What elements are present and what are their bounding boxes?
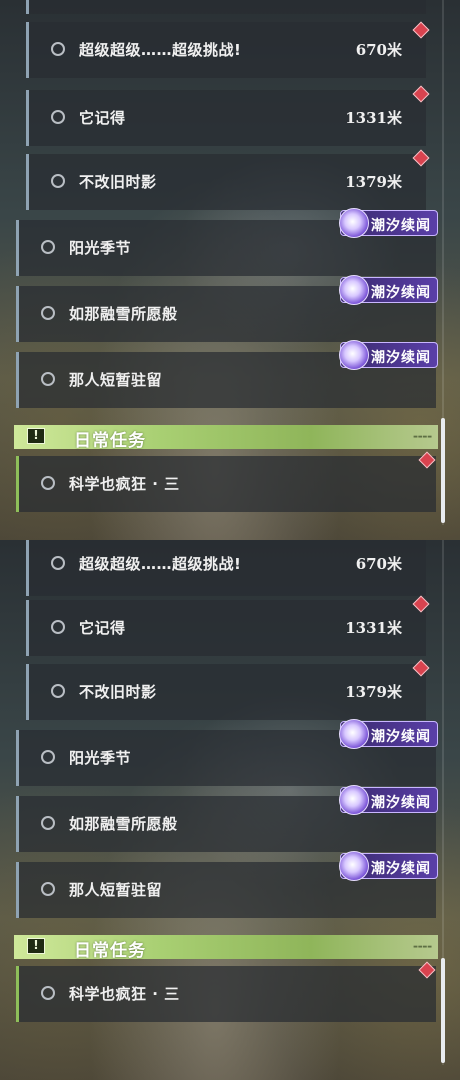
badge-label: 潮汐续闻: [371, 218, 431, 234]
quest-title: 如那融雪所愿般: [69, 305, 178, 323]
quest-distance: 1379米: [345, 173, 402, 191]
quest-title: 如那融雪所愿般: [69, 815, 178, 833]
quest-title: 超级超级……超级挑战!: [79, 41, 242, 59]
badge-label: 潮汐续闻: [371, 285, 431, 301]
quest-title: 科学也疯狂 · 三: [69, 475, 180, 493]
circle-outline-icon: [41, 476, 55, 490]
exclamation-box-icon: !: [27, 938, 45, 954]
tidal-story-badge: 潮汐续闻: [339, 719, 438, 749]
circle-outline-icon: [51, 110, 65, 124]
badge-label: 潮汐续闻: [371, 861, 431, 877]
daily-quests-header[interactable]: ! 日常任务 ▬▬▬▬: [14, 425, 438, 451]
quest-accent-bar: [16, 456, 19, 512]
daily-quest-item[interactable]: 科学也疯狂 · 三: [16, 966, 436, 1022]
circle-outline-icon: [41, 306, 55, 320]
daily-quests-header[interactable]: ! 日常任务 ▬▬▬▬: [14, 935, 438, 961]
quest-accent-bar: [26, 90, 29, 146]
decorative-mark-icon: ▬▬▬▬: [413, 434, 432, 440]
quest-list-panel: 超级超级……超级挑战! 670米 它记得 1331米 不改旧时影 1379米 阳…: [0, 540, 460, 1080]
quest-accent-bar: [26, 154, 29, 210]
badge-label: 潮汐续闻: [371, 729, 431, 745]
quest-accent-bar: [16, 966, 19, 1022]
circle-outline-icon: [51, 42, 65, 56]
quest-title: 不改旧时影: [79, 683, 157, 701]
circle-outline-icon: [41, 882, 55, 896]
quest-title: 科学也疯狂 · 三: [69, 985, 180, 1003]
badge-label: 潮汐续闻: [371, 795, 431, 811]
quest-accent-bar: [16, 220, 19, 276]
quest-item[interactable]: 不改旧时影 1379米: [26, 664, 426, 720]
circle-outline-icon: [51, 556, 65, 570]
quest-title: 它记得: [79, 619, 126, 637]
circle-outline-icon: [51, 620, 65, 634]
quest-distance: 1331米: [345, 109, 402, 127]
quest-accent-bar: [16, 862, 19, 918]
tidal-wave-icon: [339, 719, 369, 749]
tidal-wave-icon: [339, 208, 369, 238]
tidal-wave-icon: [339, 340, 369, 370]
scrollbar-thumb[interactable]: [441, 958, 445, 1063]
quest-distance: 670米: [355, 555, 402, 573]
quest-item[interactable]: 超级超级……超级挑战! 670米: [26, 22, 426, 78]
quest-accent-bar: [26, 22, 29, 78]
circle-outline-icon: [41, 240, 55, 254]
quest-title: 那人短暂驻留: [69, 371, 163, 389]
scrollbar-thumb[interactable]: [441, 418, 445, 523]
tidal-story-badge: 潮汐续闻: [339, 340, 438, 370]
tidal-wave-icon: [339, 785, 369, 815]
tidal-wave-icon: [339, 275, 369, 305]
circle-outline-icon: [51, 684, 65, 698]
quest-accent-bar: [26, 600, 29, 656]
quest-list-panel: 超级超级……超级挑战! 670米 它记得 1331米 不改旧时影 1379米 阳…: [0, 0, 460, 540]
tidal-wave-icon: [339, 851, 369, 881]
circle-outline-icon: [51, 174, 65, 188]
tidal-story-badge: 潮汐续闻: [339, 851, 438, 881]
quest-accent-bar: [26, 0, 29, 14]
tidal-story-badge: 潮汐续闻: [339, 275, 438, 305]
quest-item-partial: [26, 0, 426, 14]
quest-item[interactable]: 它记得 1331米: [26, 90, 426, 146]
decorative-mark-icon: ▬▬▬▬: [413, 944, 432, 950]
circle-outline-icon: [41, 750, 55, 764]
badge-label: 潮汐续闻: [371, 350, 431, 366]
quest-distance: 1331米: [345, 619, 402, 637]
section-title: 日常任务: [74, 431, 146, 451]
circle-outline-icon: [41, 372, 55, 386]
quest-accent-bar: [26, 540, 29, 596]
quest-title: 不改旧时影: [79, 173, 157, 191]
quest-distance: 670米: [355, 41, 402, 59]
quest-title: 超级超级……超级挑战!: [79, 555, 242, 573]
circle-outline-icon: [41, 986, 55, 1000]
quest-distance: 1379米: [345, 683, 402, 701]
daily-quest-item[interactable]: 科学也疯狂 · 三: [16, 456, 436, 512]
quest-accent-bar: [16, 352, 19, 408]
tidal-story-badge: 潮汐续闻: [339, 785, 438, 815]
quest-item[interactable]: 不改旧时影 1379米: [26, 154, 426, 210]
quest-accent-bar: [16, 796, 19, 852]
section-title: 日常任务: [74, 941, 146, 961]
exclamation-box-icon: !: [27, 428, 45, 444]
quest-title: 阳光季节: [69, 749, 132, 767]
tidal-story-badge: 潮汐续闻: [339, 208, 438, 238]
quest-title: 它记得: [79, 109, 126, 127]
circle-outline-icon: [41, 816, 55, 830]
quest-item[interactable]: 超级超级……超级挑战! 670米: [26, 540, 426, 596]
quest-accent-bar: [16, 730, 19, 786]
quest-accent-bar: [16, 286, 19, 342]
quest-title: 阳光季节: [69, 239, 132, 257]
quest-item[interactable]: 它记得 1331米: [26, 600, 426, 656]
quest-title: 那人短暂驻留: [69, 881, 163, 899]
quest-accent-bar: [26, 664, 29, 720]
